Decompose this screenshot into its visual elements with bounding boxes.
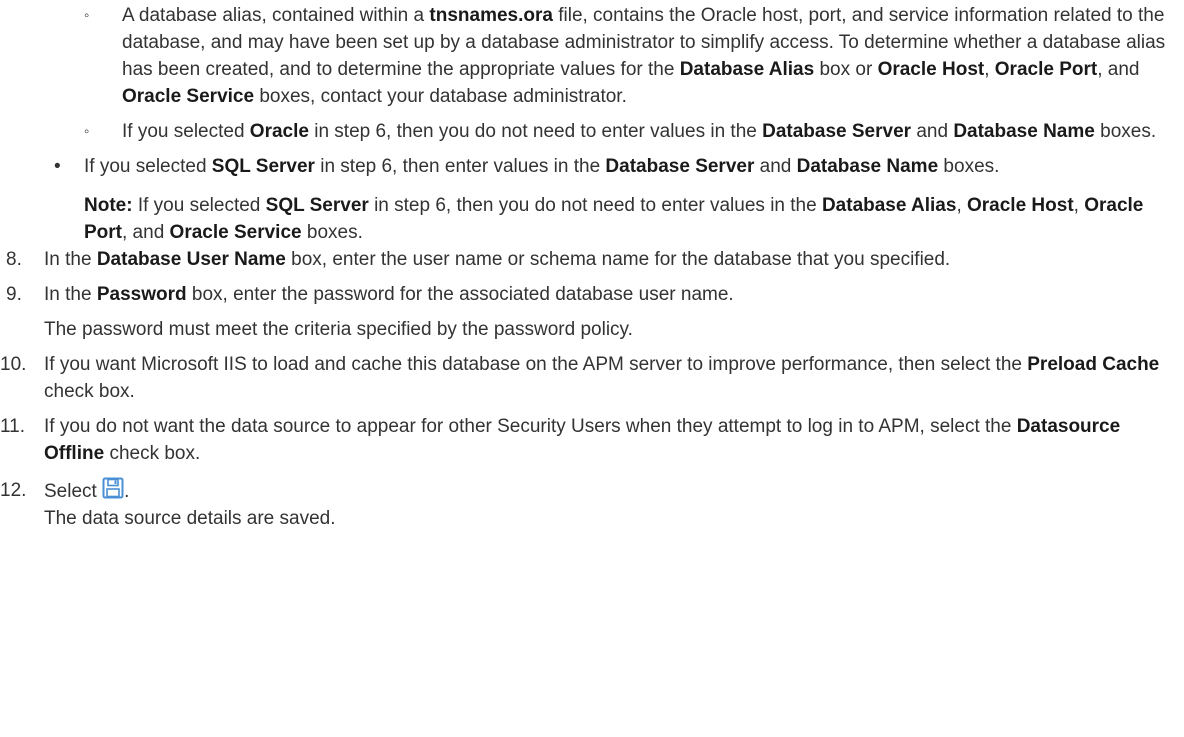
- note-label: Note:: [84, 195, 133, 216]
- step-number: 12.: [0, 480, 27, 501]
- circle-bullet-icon: ◦: [84, 123, 90, 140]
- step-number: 9.: [6, 284, 22, 305]
- step-12: 12. Select . The data source details are…: [0, 477, 1184, 532]
- step-10: 10. If you want Microsoft IIS to load an…: [0, 351, 1184, 405]
- save-icon: [102, 477, 124, 499]
- step-number: 10.: [0, 354, 27, 375]
- term-tnsnames: tnsnames.ora: [429, 5, 553, 26]
- step-8: 8. In the Database User Name box, enter …: [0, 246, 1184, 273]
- bullet-dot-icon: •: [54, 156, 61, 177]
- list-item-sql-server: • If you selected SQL Server in step 6, …: [0, 153, 1184, 180]
- step-number: 11.: [0, 416, 26, 437]
- step-9: 9. In the Password box, enter the passwo…: [0, 281, 1184, 343]
- circle-bullet-icon: ◦: [84, 7, 90, 24]
- step-number: 8.: [6, 249, 22, 270]
- step-result: The password must meet the criteria spec…: [44, 319, 633, 340]
- step-11: 11. If you do not want the data source t…: [0, 413, 1184, 467]
- list-item-database-alias: ◦ A database alias, contained within a t…: [0, 2, 1184, 110]
- step-result: The data source details are saved.: [44, 508, 336, 529]
- document-page: ◦ A database alias, contained within a t…: [0, 0, 1184, 532]
- note-paragraph: Note: If you selected SQL Server in step…: [84, 195, 1144, 243]
- list-item-oracle-selected: ◦ If you selected Oracle in step 6, then…: [0, 118, 1184, 145]
